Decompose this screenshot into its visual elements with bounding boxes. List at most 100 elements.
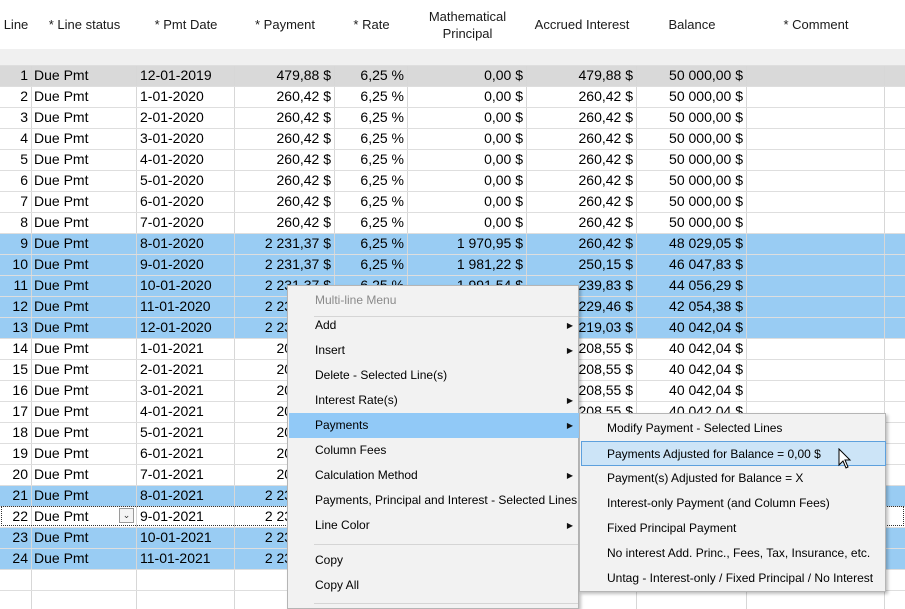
cell-balance[interactable]: 44 056,29 $ [637, 275, 747, 296]
submenu-item-interest-only-payment[interactable]: Interest-only Payment (and Column Fees) [581, 491, 886, 516]
cell-payment[interactable]: 260,42 $ [235, 86, 335, 107]
cell-principal[interactable]: 1 981,22 $ [408, 254, 527, 275]
cell-pmt-date[interactable]: 1-01-2020 [137, 86, 235, 107]
cell-line[interactable]: 19 [0, 443, 32, 464]
cell-line-status[interactable]: Due Pmt [32, 128, 137, 149]
submenu-item-fixed-principal-payment[interactable]: Fixed Principal Payment [581, 516, 886, 541]
cell-line[interactable]: 5 [0, 149, 32, 170]
cell-line[interactable]: 8 [0, 212, 32, 233]
cell-line[interactable]: 15 [0, 359, 32, 380]
cell-rate[interactable]: 6,25 % [335, 107, 408, 128]
cell-comment[interactable] [747, 149, 885, 170]
cell-payment[interactable]: 260,42 $ [235, 191, 335, 212]
cell-rate[interactable]: 6,25 % [335, 254, 408, 275]
cell-rate[interactable]: 6,25 % [335, 65, 408, 86]
cell-line-status[interactable]: Due Pmt [32, 380, 137, 401]
cell-pmt-date[interactable]: 3-01-2020 [137, 128, 235, 149]
cell-principal[interactable]: 0,00 $ [408, 107, 527, 128]
cell-balance[interactable]: 50 000,00 $ [637, 149, 747, 170]
cell-line[interactable]: 3 [0, 107, 32, 128]
cell-pmt-date[interactable]: 7-01-2020 [137, 212, 235, 233]
cell-line[interactable]: 13 [0, 317, 32, 338]
column-header-line[interactable]: Line [0, 0, 32, 49]
column-header-pmt-date[interactable]: * Pmt Date [137, 0, 235, 49]
cell-balance[interactable]: 50 000,00 $ [637, 191, 747, 212]
cell-rate[interactable]: 6,25 % [335, 128, 408, 149]
cell-comment[interactable] [747, 233, 885, 254]
cell-line-status[interactable]: Due Pmt [32, 170, 137, 191]
submenu-item-untag[interactable]: Untag - Interest-only / Fixed Principal … [581, 566, 886, 591]
cell-line-status[interactable]: Due Pmt [32, 422, 137, 443]
cell-balance[interactable]: 48 029,05 $ [637, 233, 747, 254]
cell-principal[interactable]: 0,00 $ [408, 212, 527, 233]
cell-line-status[interactable]: Due Pmt [32, 338, 137, 359]
cell-interest[interactable]: 260,42 $ [527, 233, 637, 254]
menu-item-calculation-method[interactable]: Calculation Method ▶ [289, 463, 579, 488]
cell-line-status[interactable]: Due Pmt [32, 359, 137, 380]
column-header-rate[interactable]: * Rate [335, 0, 408, 49]
cell-line-status[interactable]: Due Pmt [32, 191, 137, 212]
column-header-balance[interactable]: Balance [637, 0, 747, 49]
cell-pmt-date[interactable]: 12-01-2020 [137, 317, 235, 338]
cell-line-status[interactable]: Due Pmt [32, 86, 137, 107]
cell-line-status[interactable]: Due Pmt [32, 107, 137, 128]
cell-interest[interactable]: 250,15 $ [527, 254, 637, 275]
cell-pmt-date[interactable]: 1-01-2021 [137, 338, 235, 359]
column-header-comment[interactable]: * Comment [747, 0, 885, 49]
menu-item-delete-selected-lines[interactable]: Delete - Selected Line(s) [289, 363, 579, 388]
cell-interest[interactable]: 260,42 $ [527, 191, 637, 212]
cell-pmt-date[interactable]: 10-01-2021 [137, 527, 235, 548]
cell-balance[interactable]: 40 042,04 $ [637, 380, 747, 401]
cell-line-status[interactable]: Due Pmt [32, 65, 137, 86]
cell-line[interactable]: 9 [0, 233, 32, 254]
cell-principal[interactable]: 0,00 $ [408, 65, 527, 86]
cell-line-status[interactable]: Due Pmt [32, 149, 137, 170]
cell-line-status[interactable]: Due Pmt [32, 317, 137, 338]
cell-pmt-date[interactable]: 2-01-2021 [137, 359, 235, 380]
cell-balance[interactable]: 40 042,04 $ [637, 359, 747, 380]
cell-line-status[interactable]: Due Pmt [32, 233, 137, 254]
cell-rate[interactable]: 6,25 % [335, 233, 408, 254]
cell-line[interactable]: 23 [0, 527, 32, 548]
cell-pmt-date[interactable]: 9-01-2020 [137, 254, 235, 275]
cell-pmt-date[interactable]: 4-01-2020 [137, 149, 235, 170]
cell-payment[interactable]: 260,42 $ [235, 170, 335, 191]
cell-line[interactable]: 2 [0, 86, 32, 107]
cell-pmt-date[interactable]: 6-01-2020 [137, 191, 235, 212]
cell-pmt-date[interactable]: 8-01-2021 [137, 485, 235, 506]
cell-pmt-date[interactable]: 11-01-2020 [137, 296, 235, 317]
column-header-accrued-interest[interactable]: Accrued Interest [527, 0, 637, 49]
cell-comment[interactable] [747, 128, 885, 149]
cell-pmt-date[interactable]: 12-01-2019 [137, 65, 235, 86]
cell-pmt-date[interactable]: 4-01-2021 [137, 401, 235, 422]
cell-line[interactable]: 10 [0, 254, 32, 275]
cell-line[interactable]: 18 [0, 422, 32, 443]
cell-pmt-date[interactable]: 3-01-2021 [137, 380, 235, 401]
menu-item-payments[interactable]: Payments ▶ [289, 413, 579, 438]
cell-balance[interactable]: 42 054,38 $ [637, 296, 747, 317]
cell-comment[interactable] [747, 380, 885, 401]
cell-rate[interactable]: 6,25 % [335, 170, 408, 191]
menu-item-column-fees[interactable]: Column Fees [289, 438, 579, 463]
cell-line-status[interactable]: Due Pmt [32, 464, 137, 485]
cell-interest[interactable]: 260,42 $ [527, 128, 637, 149]
cell-interest[interactable]: 260,42 $ [527, 149, 637, 170]
cell-line-status[interactable]: Due Pmt [32, 212, 137, 233]
cell-pmt-date[interactable]: 10-01-2020 [137, 275, 235, 296]
cell-line[interactable]: 16 [0, 380, 32, 401]
cell-interest[interactable]: 260,42 $ [527, 170, 637, 191]
cell-comment[interactable] [747, 212, 885, 233]
cell-comment[interactable] [747, 65, 885, 86]
submenu-item-no-interest-add[interactable]: No interest Add. Princ., Fees, Tax, Insu… [581, 541, 886, 566]
cell-pmt-date[interactable]: 11-01-2021 [137, 548, 235, 569]
column-header-payment[interactable]: * Payment [235, 0, 335, 49]
column-header-line-status[interactable]: * Line status [32, 0, 137, 49]
cell-comment[interactable] [747, 317, 885, 338]
cell-pmt-date[interactable]: 5-01-2020 [137, 170, 235, 191]
cell-line[interactable]: 11 [0, 275, 32, 296]
cell-pmt-date[interactable]: 5-01-2021 [137, 422, 235, 443]
cell-principal[interactable]: 0,00 $ [408, 86, 527, 107]
cell-line-status[interactable]: Due Pmt [32, 443, 137, 464]
menu-item-interest-rates[interactable]: Interest Rate(s) ▶ [289, 388, 579, 413]
cell-interest[interactable]: 479,88 $ [527, 65, 637, 86]
